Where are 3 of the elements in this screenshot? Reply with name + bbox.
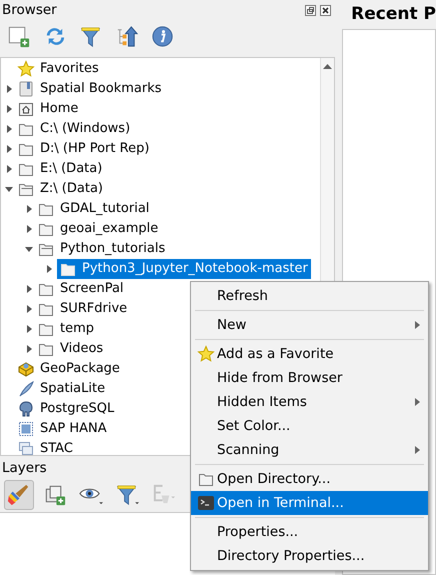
panel-title: Layers xyxy=(1,459,48,478)
panel-title: Browser xyxy=(2,2,58,18)
section-heading: Recent P xyxy=(350,3,436,26)
